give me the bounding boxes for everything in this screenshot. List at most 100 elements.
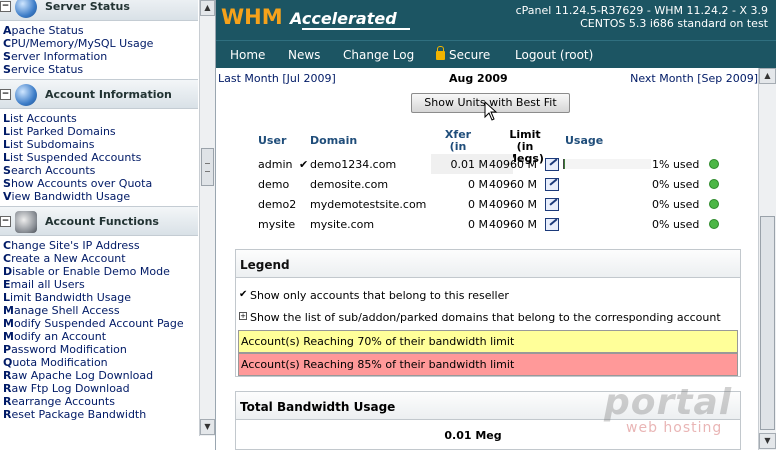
usage-bar (563, 159, 651, 169)
link-raw-apache-log[interactable]: Raw Apache Log Download (3, 369, 198, 382)
row-domain[interactable]: demosite.com (310, 178, 388, 191)
link-view-bandwidth-usage[interactable]: View Bandwidth Usage (3, 190, 198, 203)
legend-item-reseller: ✔ Show only accounts that belong to this… (238, 284, 738, 306)
edit-limit-icon[interactable] (545, 198, 559, 211)
legend-item-text: Show the list of sub/addon/parked domain… (250, 311, 721, 324)
section-header-account-functions[interactable]: − Account Functions (0, 206, 198, 236)
link-show-accounts-over-quota[interactable]: Show Accounts over Quota (3, 177, 198, 190)
link-modify-suspended-page[interactable]: Modify Suspended Account Page (3, 317, 198, 330)
info-icon (15, 84, 37, 106)
row-user: demo2 (258, 198, 297, 211)
link-quota-modification[interactable]: Quota Modification (3, 356, 198, 369)
nav-secure[interactable]: Secure (436, 46, 491, 62)
link-list-subdomains[interactable]: List Subdomains (3, 138, 198, 151)
nav-news[interactable]: News (288, 48, 320, 62)
section-title: Account Functions (45, 215, 159, 228)
header-banner: WHM Accelerated cPanel 11.24.5-R37629 - … (216, 0, 776, 40)
edit-limit-icon[interactable] (545, 158, 559, 171)
link-list-parked-domains[interactable]: List Parked Domains (3, 125, 198, 138)
version-line-1: cPanel 11.24.5-R37629 - WHM 11.24.2 - X … (515, 4, 768, 17)
legend-warn-85: Account(s) Reaching 85% of their bandwid… (238, 353, 738, 376)
row-user: admin (258, 158, 293, 171)
legend-title: Legend (236, 250, 740, 278)
row-xfer: 0 M (468, 218, 488, 231)
row-used: 0% used (652, 218, 700, 231)
section-header-account-information[interactable]: − Account Information (0, 79, 198, 109)
legend-warn-70: Account(s) Reaching 70% of their bandwid… (238, 330, 738, 353)
whm-logo: WHM Accelerated (221, 5, 397, 29)
prev-month-link[interactable]: Last Month [Jul 2009] (218, 72, 336, 85)
col-domain: Domain (310, 134, 358, 147)
nav-change-log[interactable]: Change Log (343, 48, 414, 62)
row-domain[interactable]: mydemotestsite.com (310, 198, 426, 211)
expand-icon: + (239, 312, 247, 320)
col-usage: Usage (565, 134, 604, 147)
table-row: admin ✔ demo1234.com 0.01 M 40960 M 1% u… (256, 154, 722, 174)
edit-limit-icon[interactable] (545, 218, 559, 231)
nav-home[interactable]: Home (230, 48, 265, 62)
link-limit-bandwidth[interactable]: Limit Bandwidth Usage (3, 291, 198, 304)
link-demo-mode[interactable]: Disable or Enable Demo Mode (3, 265, 198, 278)
row-xfer: 0 M (468, 198, 488, 211)
link-list-suspended-accounts[interactable]: List Suspended Accounts (3, 151, 198, 164)
col-user: User (258, 134, 287, 147)
section-title: Server Status (45, 0, 130, 13)
link-reset-package-bandwidth[interactable]: Reset Package Bandwidth (3, 408, 198, 421)
nav-logout[interactable]: Logout (root) (515, 48, 593, 62)
row-used: 0% used (652, 178, 700, 191)
lock-icon (436, 46, 445, 60)
legend-item-text: Show only accounts that belong to this r… (250, 289, 509, 302)
section-header-server-status[interactable]: − Server Status (0, 0, 198, 21)
section-title: Account Information (45, 88, 172, 101)
scroll-up-arrow-icon[interactable]: ▲ (759, 68, 776, 84)
gear-icon (15, 211, 37, 233)
link-list-accounts[interactable]: List Accounts (3, 112, 198, 125)
link-rearrange-accounts[interactable]: Rearrange Accounts (3, 395, 198, 408)
link-server-information[interactable]: Server Information (3, 50, 198, 63)
scroll-up-arrow-icon[interactable]: ▲ (200, 0, 215, 16)
edit-limit-icon[interactable] (545, 178, 559, 191)
top-nav: Home News Change Log Secure Logout (root… (216, 40, 776, 68)
sidebar-scrollbar[interactable]: ▲ ▼ (199, 0, 215, 436)
server-status-icon (15, 0, 37, 18)
link-apache-status[interactable]: Apache Status (3, 24, 198, 37)
portal-watermark: portal web hosting (604, 382, 764, 442)
row-user: mysite (258, 218, 296, 231)
logo-main: WHM (221, 5, 283, 29)
nav-secure-label: Secure (449, 48, 491, 62)
link-modify-account[interactable]: Modify an Account (3, 330, 198, 343)
link-password-modification[interactable]: Password Modification (3, 343, 198, 356)
link-cpu-memory-mysql-usage[interactable]: CPU/Memory/MySQL Usage (3, 37, 198, 50)
link-raw-ftp-log[interactable]: Raw Ftp Log Download (3, 382, 198, 395)
row-domain[interactable]: mysite.com (310, 218, 374, 231)
ok-status-icon (709, 219, 719, 229)
account-functions-links: Change Site's IP Address Create a New Ac… (0, 236, 198, 424)
ok-status-icon (709, 159, 719, 169)
row-limit: 40960 M (489, 178, 537, 191)
owned-check-icon: ✔ (299, 158, 309, 171)
collapse-icon[interactable]: − (0, 216, 11, 227)
row-used: 0% used (652, 198, 700, 211)
next-month-link[interactable]: Next Month [Sep 2009] (630, 72, 758, 85)
logo-sub: Accelerated (289, 9, 397, 28)
server-status-links: Apache Status CPU/Memory/MySQL Usage Ser… (0, 21, 198, 79)
mouse-cursor-icon (484, 101, 498, 121)
link-search-accounts[interactable]: Search Accounts (3, 164, 198, 177)
usage-bar-fill (564, 159, 565, 169)
version-info: cPanel 11.24.5-R37629 - WHM 11.24.2 - X … (516, 4, 768, 30)
link-email-all-users[interactable]: Email all Users (3, 278, 198, 291)
legend-item-subdomains: + Show the list of sub/addon/parked doma… (238, 306, 738, 328)
scroll-thumb[interactable] (201, 148, 214, 186)
row-domain[interactable]: demo1234.com (310, 158, 396, 171)
link-create-account[interactable]: Create a New Account (3, 252, 198, 265)
collapse-icon[interactable]: − (0, 89, 11, 100)
scroll-down-arrow-icon[interactable]: ▼ (200, 419, 215, 435)
link-change-site-ip[interactable]: Change Site's IP Address (3, 239, 198, 252)
row-xfer: 0 M (468, 178, 488, 191)
collapse-icon[interactable]: − (0, 1, 11, 12)
ok-status-icon (709, 199, 719, 209)
link-service-status[interactable]: Service Status (3, 63, 198, 76)
legend-panel: Legend ✔ Show only accounts that belong … (235, 249, 741, 377)
check-icon: ✔ (239, 289, 248, 300)
link-manage-shell-access[interactable]: Manage Shell Access (3, 304, 198, 317)
